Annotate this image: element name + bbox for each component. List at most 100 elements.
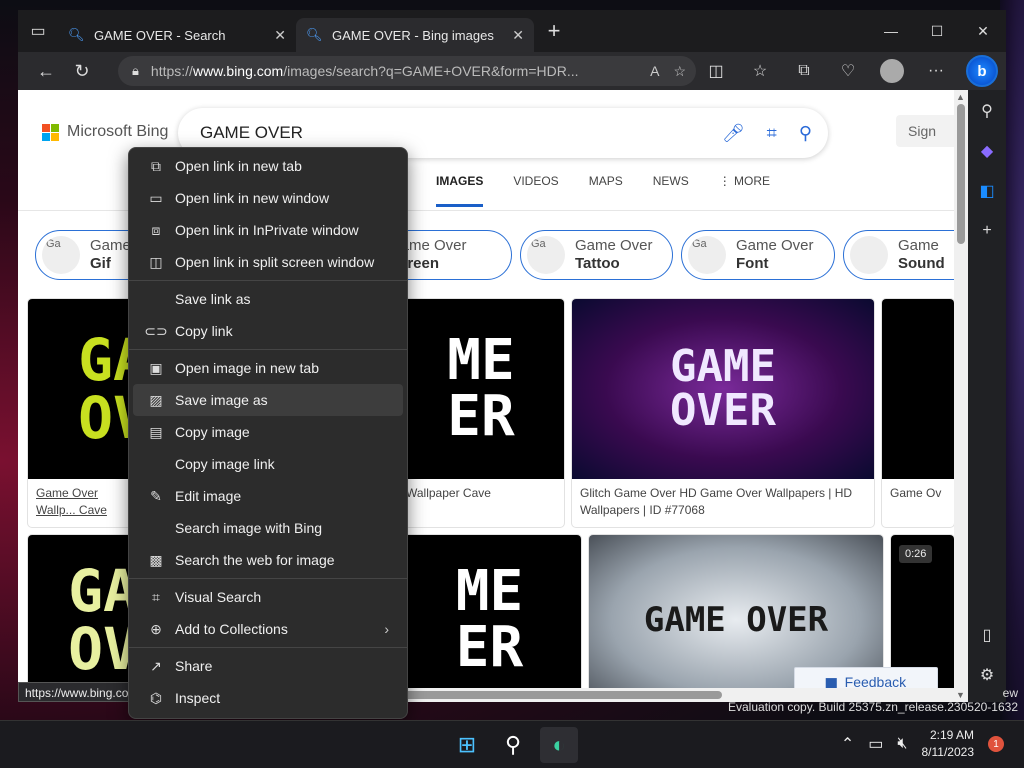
menu-item[interactable]: ◫ Open link in split screen window bbox=[133, 246, 403, 278]
menu-item[interactable]: ↗ Share bbox=[133, 650, 403, 682]
tab-actions-icon[interactable]: ▭ bbox=[18, 10, 58, 52]
menu-item-label: Open link in split screen window bbox=[175, 254, 375, 270]
menu-item[interactable]: ▩ Search the web for image bbox=[133, 544, 403, 576]
favorites-icon[interactable]: ☆ bbox=[742, 55, 778, 87]
copilot-sidebar-icon[interactable]: ◆ bbox=[974, 138, 1000, 164]
menu-item[interactable]: ⊂⊃ Copy link bbox=[133, 315, 403, 347]
image-card[interactable]: Game Ov bbox=[882, 299, 954, 527]
tab-videos[interactable]: VIDEOS bbox=[513, 174, 558, 207]
image-card[interactable]: GAME OVER Glitch Game Over HD Game Over W… bbox=[572, 299, 874, 527]
tab-images[interactable]: IMAGES bbox=[436, 174, 484, 207]
window-controls: — ☐ ✕ bbox=[868, 10, 1006, 52]
inspect-icon: ⌬ bbox=[149, 689, 163, 706]
notification-badge[interactable]: 1 bbox=[988, 736, 1004, 752]
copy-image-icon: ▤ bbox=[149, 423, 163, 440]
menu-item-label: Copy link bbox=[175, 323, 233, 339]
sidebar-spacer bbox=[974, 258, 1000, 608]
outlook-icon[interactable]: ◧ bbox=[974, 178, 1000, 204]
context-menu: ⧉ Open link in new tab ▭ Open link in new w… bbox=[128, 147, 408, 719]
bing-logo[interactable]: Microsoft Bing bbox=[42, 123, 168, 141]
collections-icon[interactable]: ⧉ bbox=[786, 55, 822, 87]
chevron-up-icon[interactable]: ⌃ bbox=[841, 734, 854, 754]
search-icon[interactable]: ⚲ bbox=[974, 98, 1000, 124]
visual-search-icon[interactable]: ⌗ bbox=[767, 123, 777, 144]
address-bar[interactable]: 🔒︎ https://www.bing.com/images/search?q=… bbox=[118, 56, 696, 86]
profile-avatar[interactable] bbox=[880, 59, 904, 83]
image-caption[interactable]: Game Ov bbox=[882, 479, 954, 508]
new-tab-button[interactable]: + bbox=[534, 10, 574, 52]
refresh-icon[interactable]: ↻ bbox=[64, 55, 100, 87]
tab-maps[interactable]: MAPS bbox=[589, 174, 623, 207]
menu-item-label: Copy image bbox=[175, 424, 250, 440]
menu-item[interactable]: ▭ Open link in new window bbox=[133, 182, 403, 214]
scrollbar-thumb[interactable] bbox=[957, 104, 965, 244]
taskbar-apps: ⊞ ⚲ ◐ bbox=[448, 727, 578, 763]
vertical-scrollbar[interactable]: ▲ ▼ bbox=[954, 90, 968, 702]
menu-item[interactable]: ⌗ Visual Search bbox=[133, 581, 403, 613]
search-icon: 🔍︎ bbox=[306, 27, 323, 42]
start-icon[interactable]: ⊞ bbox=[448, 727, 486, 763]
watermark-fragment: ew bbox=[1002, 686, 1018, 700]
related-pill[interactable]: Ga Game Over Tattoo bbox=[520, 230, 673, 280]
image-caption[interactable]: Wallpaper Cave bbox=[398, 479, 564, 508]
network-icon[interactable]: ▭ bbox=[868, 734, 883, 754]
edge-icon[interactable]: ◐ bbox=[540, 727, 578, 763]
tab-title: GAME OVER - Bing images bbox=[332, 27, 494, 43]
favorite-star-icon[interactable]: ☆ bbox=[673, 63, 686, 80]
copilot-icon[interactable]: b bbox=[966, 55, 998, 87]
performance-icon[interactable]: ♡ bbox=[830, 55, 866, 87]
back-icon[interactable]: ← bbox=[28, 55, 64, 87]
microsoft-logo-icon bbox=[42, 123, 59, 141]
evaluation-watermark: Evaluation copy. Build 25375.zn_release.… bbox=[728, 700, 1018, 714]
settings-icon[interactable]: ⚙ bbox=[974, 662, 1000, 688]
video-duration-badge: 0:26 bbox=[899, 545, 933, 563]
share-icon: ↗ bbox=[150, 657, 162, 674]
tab-more[interactable]: ⋮ MORE bbox=[719, 174, 770, 207]
search-icon[interactable]: ⚲ bbox=[799, 123, 812, 144]
menu-item-label: Save link as bbox=[175, 291, 251, 307]
close-icon[interactable]: ✕ bbox=[512, 27, 524, 44]
menu-item[interactable]: Save link as bbox=[133, 283, 403, 315]
menu-item[interactable]: ▣ Open image in new tab bbox=[133, 352, 403, 384]
image-caption[interactable]: Game Over Wallp... Cave bbox=[28, 479, 138, 525]
tab-news[interactable]: NEWS bbox=[653, 174, 689, 207]
edge-sidebar: ⚲ ◆ ◧ + ▯ ⚙ bbox=[968, 90, 1006, 702]
menu-item-label: Share bbox=[175, 658, 213, 674]
volume-muted-icon[interactable]: 🔇︎ bbox=[897, 735, 907, 753]
menu-item[interactable]: ⧈ Open link in InPrivate window bbox=[133, 214, 403, 246]
menu-item[interactable]: ⧉ Open link in new tab bbox=[133, 150, 403, 182]
image-card[interactable]: ME ER Wallpaper Cave bbox=[398, 299, 564, 527]
menu-item[interactable]: ⌬ Inspect bbox=[133, 682, 403, 714]
image-caption[interactable]: Glitch Game Over HD Game Over Wallpapers… bbox=[572, 479, 874, 525]
related-pill[interactable]: Ga Game Over Font bbox=[681, 230, 835, 280]
microphone-icon[interactable]: 🎤︎ bbox=[722, 123, 745, 144]
clock[interactable]: 2:19 AM 8/11/2023 bbox=[922, 727, 975, 761]
menu-item-label: Open link in new tab bbox=[175, 158, 302, 174]
minimize-icon[interactable]: — bbox=[868, 10, 914, 52]
tab-bing-images[interactable]: 🔍︎ GAME OVER - Bing images ✕ bbox=[296, 18, 534, 52]
close-window-icon[interactable]: ✕ bbox=[960, 10, 1006, 52]
menu-item[interactable]: ✎ Edit image bbox=[133, 480, 403, 512]
more-icon[interactable]: ··· bbox=[918, 55, 954, 87]
menu-item[interactable]: ▤ Copy image bbox=[133, 416, 403, 448]
read-aloud-icon[interactable]: A bbox=[650, 63, 659, 80]
lock-icon[interactable]: 🔒︎ bbox=[132, 63, 139, 79]
close-icon[interactable]: ✕ bbox=[274, 27, 286, 44]
related-pill[interactable]: Game Sound bbox=[843, 230, 954, 280]
hide-sidebar-icon[interactable]: ▯ bbox=[974, 622, 1000, 648]
menu-item-label: Open link in InPrivate window bbox=[175, 222, 359, 238]
search-icon[interactable]: ⚲ bbox=[494, 727, 532, 763]
split-screen-icon[interactable]: ◫ bbox=[698, 55, 734, 87]
add-icon[interactable]: + bbox=[974, 218, 1000, 244]
menu-item[interactable]: Copy image link bbox=[133, 448, 403, 480]
image-card[interactable]: ME ER bbox=[398, 535, 581, 702]
tab-search[interactable]: 🔍︎ GAME OVER - Search ✕ bbox=[58, 18, 296, 52]
window-icon: ▭ bbox=[149, 189, 163, 206]
toolbar-right: ◫ ☆ ⧉ ♡ ··· bbox=[698, 55, 954, 87]
maximize-icon[interactable]: ☐ bbox=[914, 10, 960, 52]
sign-in-button[interactable]: Sign bbox=[896, 115, 954, 147]
menu-item[interactable]: ⊕ Add to Collections › bbox=[133, 613, 403, 645]
blank-icon bbox=[147, 455, 165, 473]
menu-item[interactable]: ▨ Save image as bbox=[133, 384, 403, 416]
menu-item[interactable]: Search image with Bing bbox=[133, 512, 403, 544]
